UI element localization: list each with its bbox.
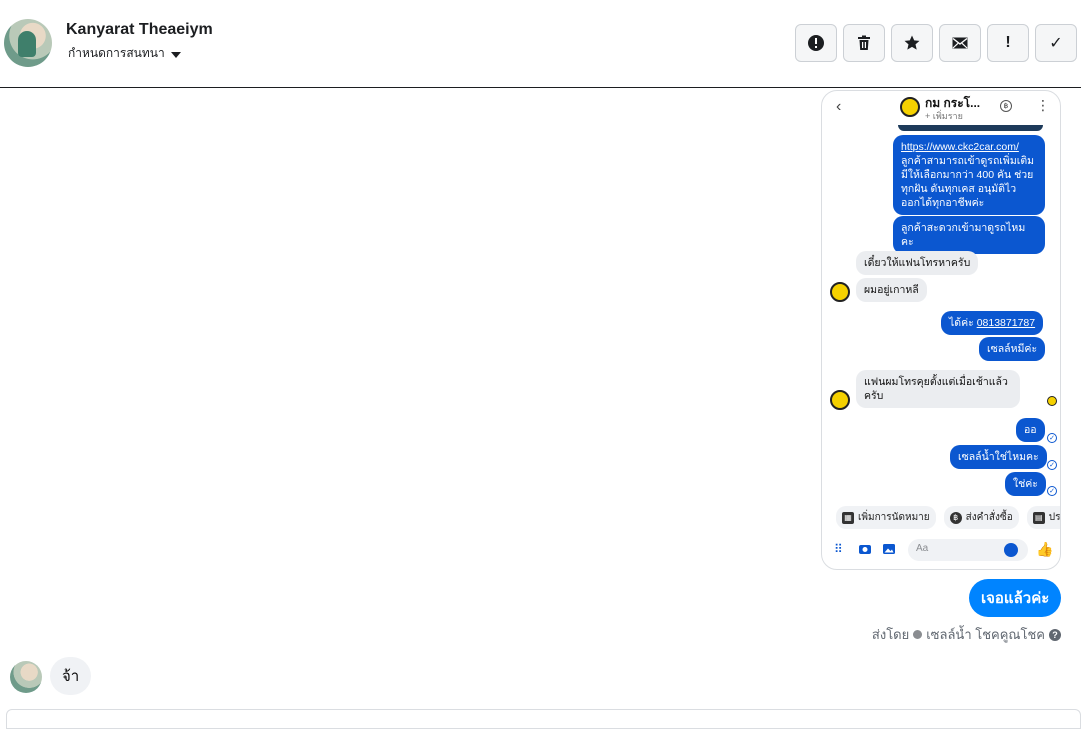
check-icon: ✓	[1049, 35, 1063, 52]
screenshot-message: ใช่ค่ะ	[1005, 472, 1046, 496]
delete-button[interactable]	[843, 24, 885, 62]
screenshot-message: ออ	[1016, 418, 1045, 442]
alert-circle-icon	[808, 35, 824, 51]
sent-by-name: เซลล์น้ำ โชคคูณโชค	[926, 627, 1045, 642]
mark-unread-button[interactable]	[939, 24, 981, 62]
caret-down-icon	[170, 51, 181, 58]
sender-avatar	[830, 282, 850, 302]
received-message[interactable]: จ้า	[50, 657, 92, 695]
screenshot-message: ผมอยู่เกาหลี	[856, 278, 927, 302]
baht-icon: ฿	[1000, 100, 1012, 112]
exclamation-icon: !	[1005, 34, 1011, 51]
follow-up-button[interactable]: !	[987, 24, 1029, 62]
screenshot-page-subtitle: + เพิ่มราย	[925, 111, 963, 121]
chip-label: ส่งคำสั่งซื้อ	[965, 512, 1013, 523]
chip-more: ▤ ประ	[1026, 506, 1061, 529]
contact-avatar[interactable]	[4, 19, 52, 67]
agent-avatar-icon	[913, 630, 923, 639]
conversation-header: Kanyarat Theaeiym กำหนดการสนทนา ! ✓	[0, 0, 1081, 88]
screenshot-link: https://www.ckc2car.com/	[901, 141, 1019, 153]
assign-conversation-dropdown[interactable]: กำหนดการสนทนา	[68, 44, 181, 63]
emoji-icon	[1004, 543, 1018, 557]
conversation-toolbar: ! ✓	[795, 24, 1077, 62]
mark-done-button[interactable]: ✓	[1035, 24, 1077, 62]
reply-composer[interactable]	[6, 709, 1081, 729]
screenshot-message: เซลล์น้ำใช่ไหมคะ	[950, 445, 1047, 469]
sent-by-prefix: ส่งโดย	[871, 627, 910, 642]
previous-message-edge	[898, 125, 1043, 131]
calendar-icon: ▦	[842, 511, 854, 524]
screenshot-message: เดี๋ยวให้แฟนโทรหาครับ	[856, 251, 979, 275]
chip-label: ประ	[1048, 512, 1061, 523]
sender-avatar	[830, 390, 850, 410]
back-arrow-icon: ‹	[836, 98, 842, 115]
apps-icon: ⠿	[834, 542, 843, 556]
contact-avatar-small[interactable]	[10, 661, 42, 693]
delivered-check-icon: ✓	[1047, 433, 1057, 443]
star-icon	[904, 35, 920, 50]
chip-send-order: ฿ ส่งคำสั่งซื้อ	[943, 506, 1019, 529]
table-icon: ▤	[1032, 511, 1045, 524]
screenshot-message: เซลล์หมีค่ะ	[979, 337, 1046, 361]
page-avatar	[900, 97, 920, 117]
sent-by-info: ส่งโดย เซลล์น้ำ โชคคูณโชค ?	[872, 624, 1061, 645]
star-button[interactable]	[891, 24, 933, 62]
screenshot-message: ได้ค่ะ 0813871787	[941, 311, 1044, 335]
help-icon[interactable]: ?	[1049, 628, 1061, 641]
screenshot-composer: ⠿ Aa 👍	[832, 539, 1054, 561]
screenshot-message-text: ได้ค่ะ	[949, 317, 977, 329]
screenshot-chat-header: ‹ กม กระโ... + เพิ่มราย ฿ ⋮	[822, 91, 1060, 125]
baht-icon: ฿	[949, 511, 962, 524]
screenshot-message-text: ลูกค้าสามารถเข้าดูรถเพิ่มเติม มีให้เลือก…	[901, 155, 1035, 209]
screenshot-message: https://www.ckc2car.com/ ลูกค้าสามารถเข้…	[893, 135, 1045, 215]
camera-icon	[859, 545, 871, 554]
delivered-check-icon: ✓	[1047, 460, 1057, 470]
image-icon	[883, 544, 895, 554]
sent-message[interactable]: เจอแล้วค่ะ	[969, 579, 1062, 617]
quick-actions: ▦ เพิ่มการนัดหมาย ฿ ส่งคำสั่งซื้อ ▤ ประ	[836, 506, 1061, 529]
seen-avatar	[1047, 396, 1057, 406]
contact-name[interactable]: Kanyarat Theaeiym	[66, 21, 213, 39]
delivered-check-icon: ✓	[1047, 486, 1057, 496]
mark-spam-button[interactable]	[795, 24, 837, 62]
chip-add-appointment: ▦ เพิ่มการนัดหมาย	[836, 506, 936, 529]
attached-screenshot[interactable]: ‹ กม กระโ... + เพิ่มราย ฿ ⋮ https://www.…	[821, 90, 1061, 570]
trash-icon	[858, 35, 870, 50]
screenshot-message: ลูกค้าสะดวกเข้ามาดูรถไหมคะ	[893, 216, 1045, 254]
thumbs-up-icon: 👍	[1036, 541, 1054, 557]
more-vertical-icon: ⋮	[1036, 97, 1050, 113]
chip-label: เพิ่มการนัดหมาย	[858, 512, 930, 523]
assign-conversation-label: กำหนดการสนทนา	[68, 46, 165, 60]
screenshot-phone-number: 0813871787	[976, 317, 1036, 329]
screenshot-message: แฟนผมโทรคุยตั้งแต่เมื่อเช้าแล้วครับ	[856, 370, 1020, 408]
mail-icon	[952, 37, 968, 49]
